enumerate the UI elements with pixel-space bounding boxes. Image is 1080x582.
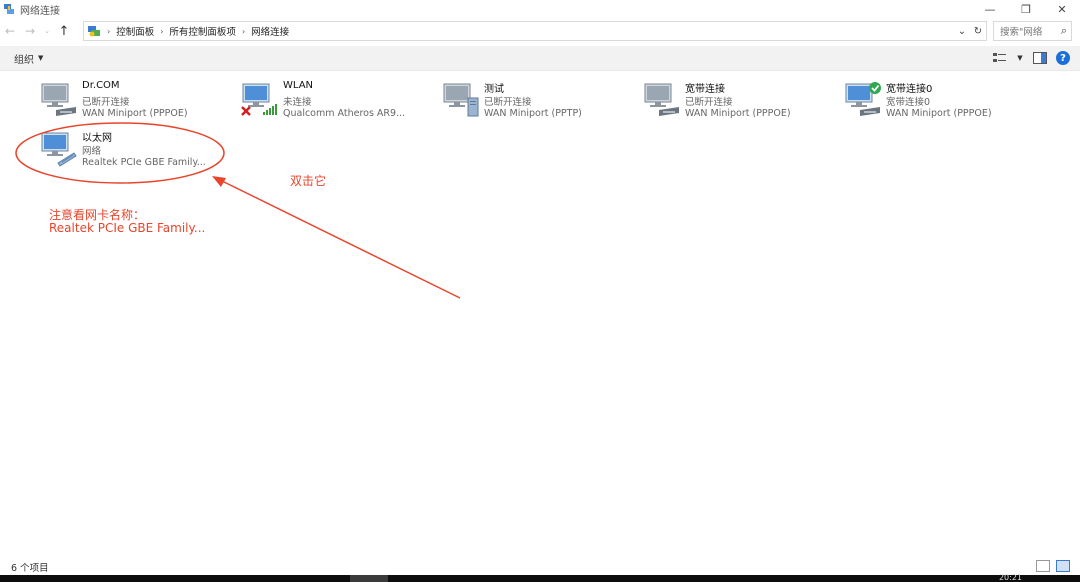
- refresh-icon[interactable]: ↻: [970, 26, 986, 37]
- back-button[interactable]: ←: [0, 21, 20, 41]
- status-bar: 6 个项目: [0, 558, 1080, 575]
- connection-device: Qualcomm Atheros AR9...: [283, 108, 406, 119]
- title-bar: 网络连接 — ❐ ✕: [0, 0, 1080, 18]
- connection-name: Dr.COM: [82, 80, 120, 91]
- connection-device: WAN Miniport (PPPOE): [685, 108, 791, 119]
- forward-button[interactable]: →: [20, 21, 40, 41]
- large-icons-view-icon[interactable]: [1056, 560, 1070, 572]
- help-icon[interactable]: ?: [1056, 51, 1070, 65]
- arrow-head: [212, 176, 226, 187]
- connection-item[interactable]: 宽带连接0 宽带连接0 WAN Miniport (PPPOE): [844, 78, 1044, 122]
- annotation-arrow: [219, 179, 461, 299]
- connection-device: WAN Miniport (PPPOE): [886, 108, 992, 119]
- note-annotation-line2: Realtek PCIe GBE Family...: [49, 221, 206, 235]
- connection-item[interactable]: Dr.COM 已断开连接 WAN Miniport (PPPOE): [40, 78, 240, 122]
- search-placeholder: 搜索"网络: [1000, 27, 1043, 38]
- item-count: 6 个项目: [11, 562, 49, 574]
- connection-status: 已断开连接: [685, 97, 733, 108]
- connection-status: 宽带连接0: [886, 97, 931, 108]
- ethernet-icon: [40, 129, 78, 167]
- control-panel-icon: [87, 24, 101, 38]
- monitor-modem-connected-icon: [844, 80, 882, 118]
- monitor-modem-icon: [643, 80, 681, 118]
- taskbar: 20:21: [0, 573, 1080, 582]
- search-input[interactable]: 搜索"网络 ⌕: [993, 21, 1072, 41]
- close-button[interactable]: ✕: [1044, 0, 1080, 18]
- address-dropdown-icon[interactable]: ⌄: [954, 26, 970, 37]
- connection-device: WAN Miniport (PPPOE): [82, 108, 188, 119]
- command-bar: 组织 ▼ ▼ ?: [0, 46, 1080, 71]
- chevron-down-icon: ▼: [38, 54, 44, 62]
- change-view-icon[interactable]: [992, 50, 1008, 66]
- connection-name: 以太网: [82, 133, 112, 144]
- connection-device: WAN Miniport (PPTP): [484, 108, 582, 119]
- breadcrumb-separator: ›: [241, 26, 246, 36]
- up-button[interactable]: ↑: [54, 21, 74, 41]
- monitor-server-icon: [442, 80, 480, 118]
- connection-name: WLAN: [283, 80, 314, 91]
- connection-name: 宽带连接0: [886, 84, 933, 95]
- connection-item-ethernet[interactable]: 以太网 网络 Realtek PCIe GBE Family...: [40, 127, 240, 171]
- navigation-bar: ← → ⌄ ↑ › 控制面板 › 所有控制面板项 › 网络连接 ⌄ ↻ 搜索"网…: [0, 20, 1080, 42]
- connection-item[interactable]: 宽带连接 已断开连接 WAN Miniport (PPPOE): [643, 78, 843, 122]
- breadcrumb-control-panel[interactable]: 控制面板: [116, 24, 154, 38]
- connection-name: 宽带连接: [685, 84, 725, 95]
- connection-name: 测试: [484, 84, 504, 95]
- breadcrumb-all-items[interactable]: 所有控制面板项: [169, 24, 236, 38]
- breadcrumb-network-connections[interactable]: 网络连接: [251, 24, 289, 38]
- address-bar[interactable]: › 控制面板 › 所有控制面板项 › 网络连接 ⌄ ↻: [83, 21, 987, 41]
- organize-label: 组织: [14, 54, 34, 66]
- window-title: 网络连接: [20, 5, 60, 17]
- connection-status: 网络: [82, 146, 102, 157]
- connection-status: 已断开连接: [82, 97, 130, 108]
- view-options-chevron-icon[interactable]: ▼: [1016, 50, 1024, 66]
- minimize-button[interactable]: —: [972, 0, 1008, 18]
- connection-item[interactable]: WLAN 未连接 Qualcomm Atheros AR9...: [241, 78, 441, 122]
- taskbar-app-button[interactable]: [350, 575, 388, 582]
- connection-status: 已断开连接: [484, 97, 532, 108]
- breadcrumb-separator: ›: [160, 26, 164, 36]
- monitor-modem-icon: [40, 80, 78, 118]
- details-view-icon[interactable]: [1036, 560, 1050, 572]
- connection-device: Realtek PCIe GBE Family...: [82, 157, 206, 168]
- preview-pane-icon[interactable]: [1032, 50, 1048, 66]
- taskbar-clock: 20:21: [998, 573, 1022, 582]
- recent-locations-button[interactable]: ⌄: [40, 21, 54, 41]
- network-connections-icon: [3, 3, 15, 15]
- connection-item[interactable]: 测试 已断开连接 WAN Miniport (PPTP): [442, 78, 642, 122]
- connection-status: 未连接: [283, 97, 312, 108]
- wifi-disconnected-icon: [241, 80, 279, 118]
- search-icon[interactable]: ⌕: [1061, 24, 1067, 38]
- restore-button[interactable]: ❐: [1008, 0, 1044, 18]
- double-click-annotation: 双击它: [290, 174, 327, 188]
- breadcrumb-separator: ›: [107, 26, 111, 36]
- organize-button[interactable]: 组织 ▼: [14, 51, 43, 66]
